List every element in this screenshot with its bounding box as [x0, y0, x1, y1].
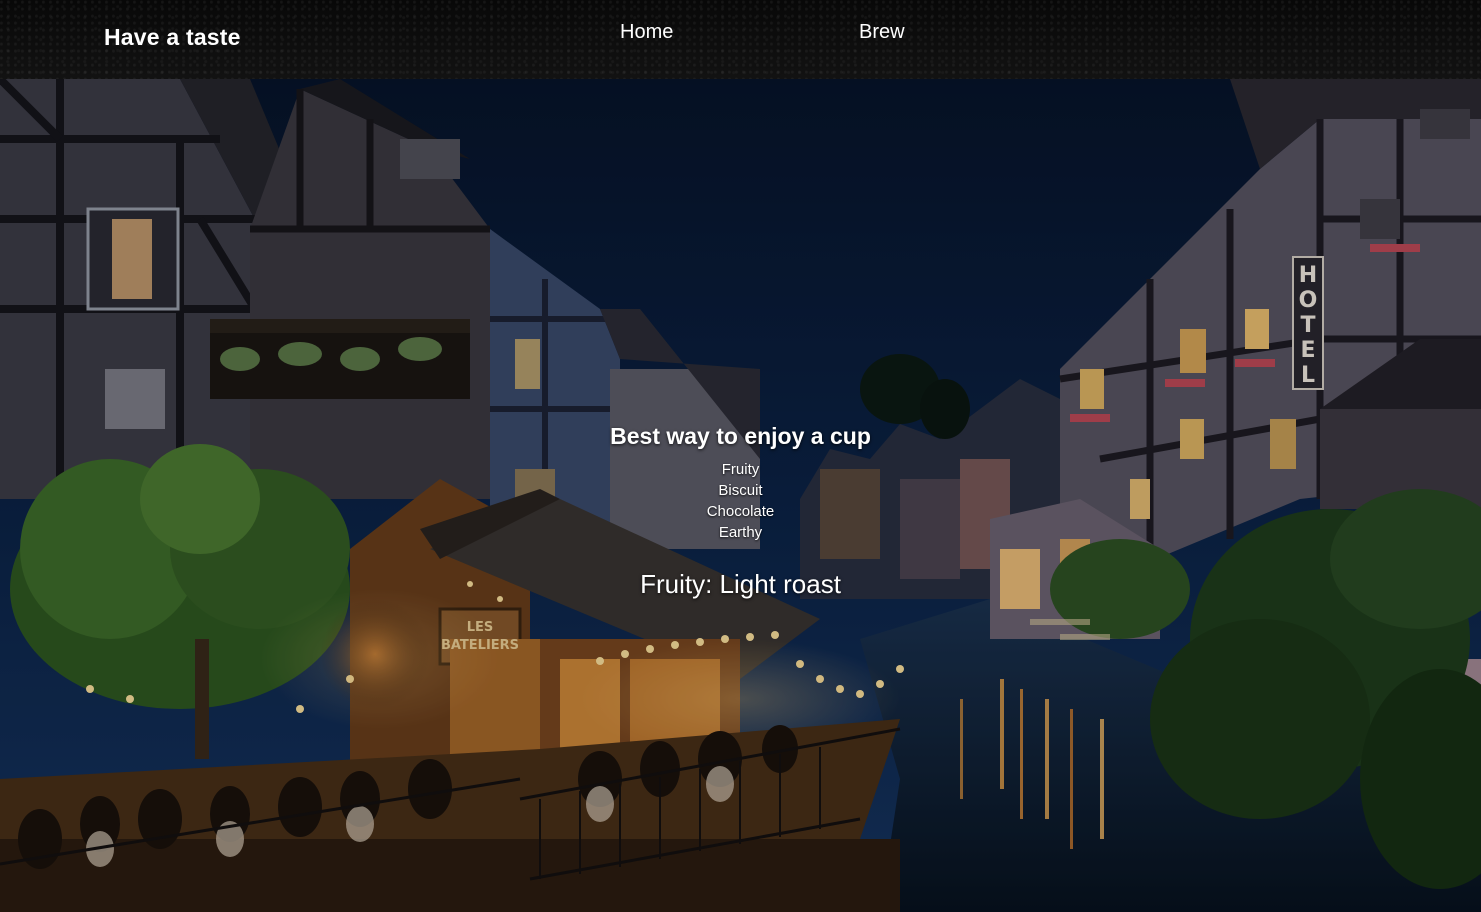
flavor-item-fruity[interactable]: Fruity: [0, 459, 1481, 480]
nav-link-home[interactable]: Home: [620, 21, 673, 44]
nav-link-brew[interactable]: Brew: [859, 21, 905, 44]
top-navbar: Have a taste Home Brew: [0, 0, 1481, 79]
brand-logo-text[interactable]: Have a taste: [104, 24, 241, 51]
flavor-item-chocolate[interactable]: Chocolate: [0, 501, 1481, 522]
flavor-list: Fruity Biscuit Chocolate Earthy: [0, 459, 1481, 543]
flavor-item-earthy[interactable]: Earthy: [0, 522, 1481, 543]
flavor-item-biscuit[interactable]: Biscuit: [0, 480, 1481, 501]
